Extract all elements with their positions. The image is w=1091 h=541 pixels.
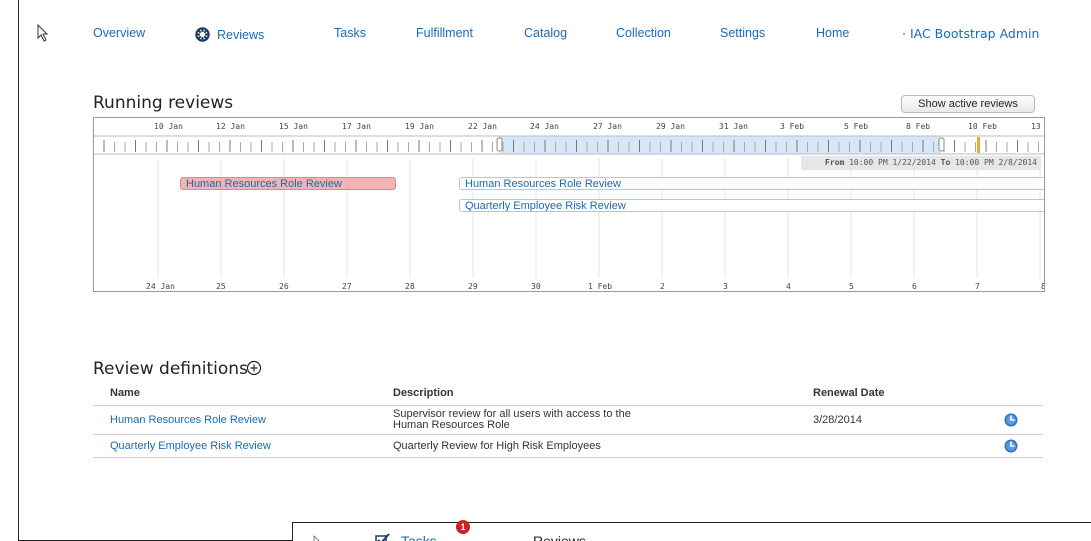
table-row: Quarterly Employee Risk Review Quarterly… [93,434,1043,458]
detail-tick-labels: 24 Jan 25 26 27 28 29 30 1 Feb 2 3 4 5 6… [146,282,1045,291]
range-start-handle[interactable] [496,137,503,152]
overview-tick-label: 3 Feb [780,122,804,131]
detail-tick-label: 5 [849,282,854,291]
range-from-label: From [825,158,845,167]
notification-badge: 1 [456,520,470,534]
detail-tick-label: 1 Feb [588,282,612,291]
overview-tick-label: 10 Jan [154,122,183,131]
review-definitions-table: Name Description Renewal Date Human Reso… [93,383,1043,458]
overview-tick-label: 29 Jan [656,122,685,131]
timeline-event[interactable]: Human Resources Role Review [459,177,1044,190]
column-header-actions [978,383,1043,406]
detail-tick-label: 25 [216,282,226,291]
mouse-cursor-icon [313,535,320,541]
review-name-link[interactable]: Quarterly Employee Risk Review [110,440,271,452]
overview-tick-label: 8 Feb [906,122,930,131]
running-reviews-title: Running reviews [93,93,234,113]
detail-tick-label: 7 [975,282,980,291]
timeline-event[interactable]: Quarterly Employee Risk Review [459,199,1044,212]
overview-tick-label: 27 Jan [593,122,622,131]
brand-text: IAC Bootstrap Admin [909,26,1040,41]
description-line: Quarterly Review for High Risk Employees [393,440,601,452]
cell-description: Supervisor review for all users with acc… [393,405,813,435]
timeline-event[interactable]: Human Resources Role Review [180,177,396,190]
overview-tick-labels: 10 Jan 12 Jan 15 Jan 17 Jan 19 Jan 22 Ja… [154,122,1041,131]
detail-tick-label: 2 [660,282,665,291]
overview-tick-label: 12 Jan [216,122,245,131]
overlay-reviews-label[interactable]: Reviews [533,533,586,541]
overview-tick-label: 5 Feb [844,122,868,131]
nav-collection[interactable]: Collection [616,26,671,40]
nav-home[interactable]: Home [816,26,849,40]
detail-tick-label: 28 [405,282,415,291]
nav-reviews[interactable]: Reviews [194,26,264,43]
range-end-handle[interactable] [938,137,945,152]
cell-name: Quarterly Employee Risk Review [93,434,393,458]
cell-renewal [813,434,978,458]
detail-tick-label: 26 [279,282,289,291]
nav-settings[interactable]: Settings [720,26,765,40]
range-to: 10:00 PM 2/8/2014 [955,158,1037,167]
overlapping-window: Tasks 1 Reviews [292,520,1091,541]
detail-tick-label: 24 Jan [146,282,175,291]
range-to-label: To [940,158,951,167]
cell-actions [978,405,1043,435]
detail-tick-label: 6 [912,282,917,291]
overlay-tasks-link[interactable]: Tasks [401,533,437,541]
detail-gridlines [157,158,1041,278]
add-circle-icon[interactable] [246,360,262,376]
overview-tick-label: 22 Jan [468,122,497,131]
overview-tick-label: 13 [1031,122,1041,131]
top-nav: Overview Reviews Tasks Fulfillment Catal… [0,18,1091,48]
schedule-clock-icon[interactable] [1004,439,1018,453]
detail-tick-label: 27 [342,282,352,291]
checkbox-checked-icon [375,533,390,541]
nav-fulfillment[interactable]: Fulfillment [416,26,473,40]
detail-tick-label: 30 [531,282,541,291]
nav-reviews-label: Reviews [217,27,265,42]
column-header-renewal: Renewal Date [813,387,885,399]
detail-tick-label: 4 [786,282,791,291]
table-row: Human Resources Role Review Supervisor r… [93,405,1043,435]
timeline[interactable]: 10 Jan 12 Jan 15 Jan 17 Jan 19 Jan 22 Ja… [93,117,1045,292]
show-active-reviews-button[interactable]: Show active reviews [901,95,1035,113]
overview-tick-label: 10 Feb [968,122,997,131]
overview-tick-label: 17 Jan [342,122,371,131]
cell-name: Human Resources Role Review [93,405,393,435]
column-header-name: Name [110,387,140,399]
schedule-clock-icon[interactable] [1004,413,1018,427]
overview-tick-label: 19 Jan [405,122,434,131]
range-display: From 10:00 PM 1/22/2014 To 10:00 PM 2/8/… [801,156,1041,170]
overview-tick-label: 24 Jan [530,122,559,131]
review-name-link[interactable]: Human Resources Role Review [110,414,266,426]
review-definitions-title: Review definitions [93,359,248,379]
overview-tick-label: 15 Jan [279,122,308,131]
selected-range-band [499,136,941,154]
cell-renewal: 3/28/2014 [813,405,978,435]
cell-actions [978,434,1043,458]
detail-tick-label: 29 [468,282,478,291]
range-from: 10:00 PM 1/22/2014 [849,158,936,167]
column-header-description: Description [393,387,454,399]
gear-icon [195,27,210,42]
nav-overview[interactable]: Overview [93,26,145,40]
detail-tick-label: 3 [723,282,728,291]
table-header-row: Name Description Renewal Date [93,383,1043,406]
brand-label[interactable]: · IAC Bootstrap Admin [902,26,1039,41]
today-marker [977,137,980,153]
nav-tasks[interactable]: Tasks [334,26,366,40]
detail-tick-label: 8 [1041,282,1045,291]
nav-catalog[interactable]: Catalog [524,26,567,40]
overview-tick-label: 31 Jan [719,122,748,131]
cell-description: Quarterly Review for High Risk Employees [393,434,813,458]
description-line: Human Resources Role [393,419,510,431]
